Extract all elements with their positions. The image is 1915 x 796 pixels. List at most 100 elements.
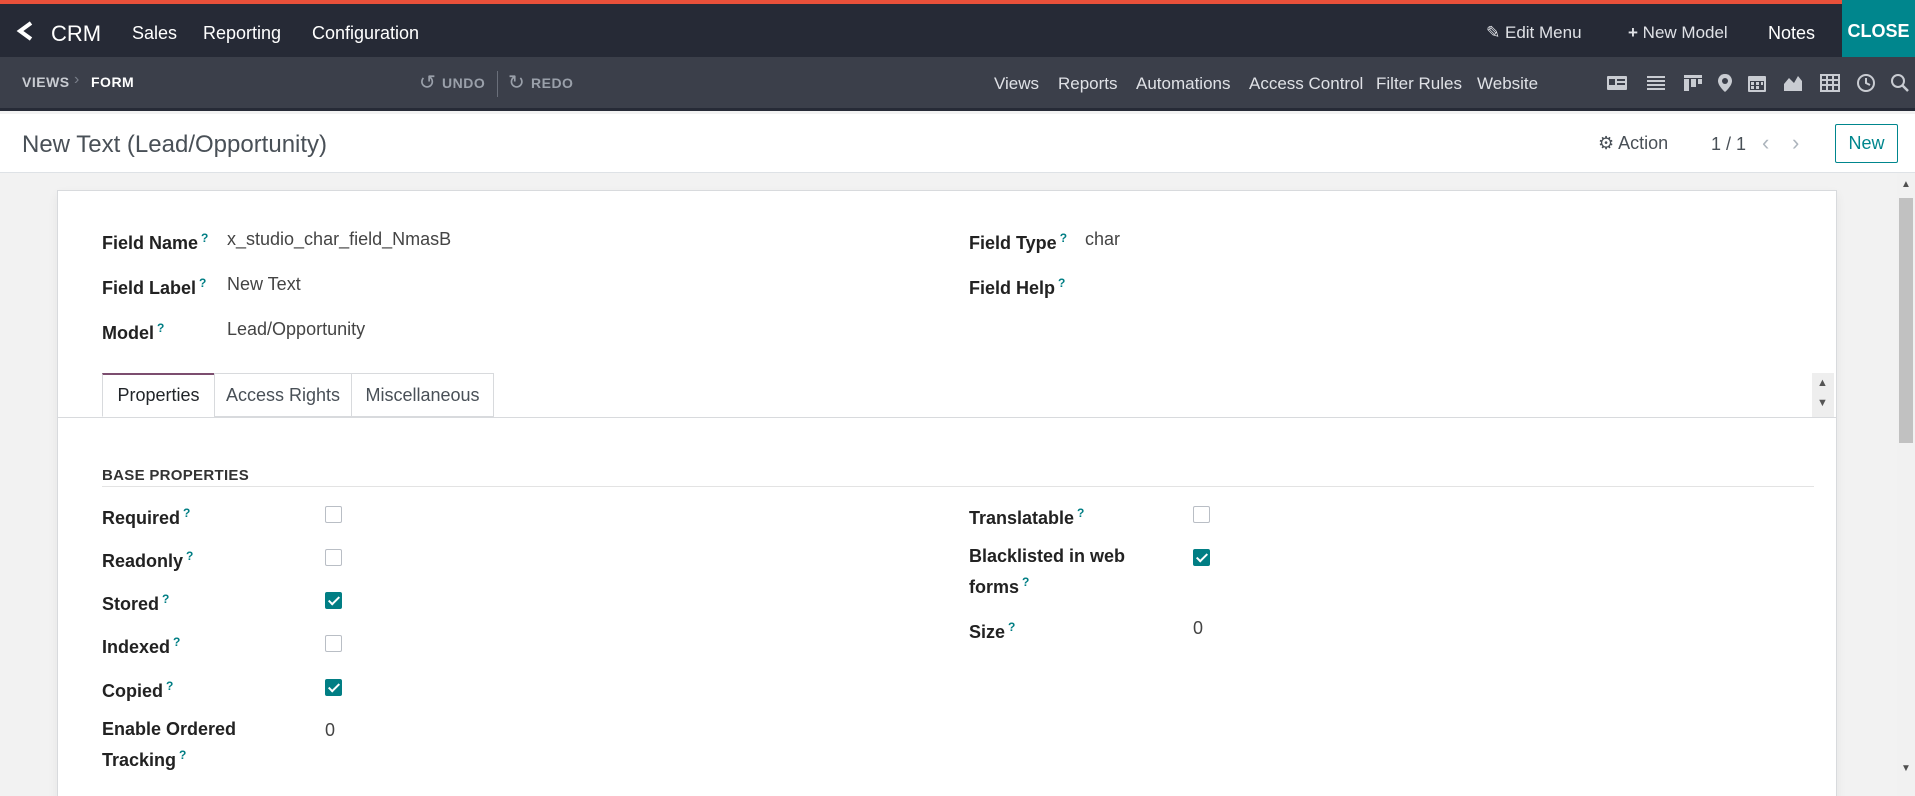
size-label: Size? — [969, 620, 1016, 642]
undo-icon[interactable]: ↺ — [419, 70, 436, 95]
blacklisted-checkbox[interactable] — [1193, 549, 1210, 566]
new-model-button[interactable]: + New Model — [1628, 23, 1728, 43]
section-divider — [102, 486, 1814, 487]
link-automations[interactable]: Automations — [1136, 74, 1231, 94]
edit-menu-label: Edit Menu — [1504, 23, 1582, 42]
menu-reporting[interactable]: Reporting — [203, 23, 281, 44]
help-tooltip-icon[interactable]: ? — [157, 321, 164, 335]
new-record-button[interactable]: New — [1835, 124, 1898, 163]
help-tooltip-icon[interactable]: ? — [1077, 506, 1084, 520]
help-tooltip-icon[interactable]: ? — [1008, 620, 1015, 634]
chevron-left-icon[interactable]: ‹ — [1762, 130, 1769, 156]
redo-icon[interactable]: ↻ — [508, 70, 525, 95]
readonly-checkbox[interactable] — [325, 549, 342, 566]
search-icon[interactable] — [1889, 72, 1911, 94]
model-value[interactable]: Lead/Opportunity — [227, 316, 365, 342]
link-website[interactable]: Website — [1477, 74, 1538, 94]
edit-menu-button[interactable]: ✎ Edit Menu — [1486, 23, 1582, 43]
link-filter-rules[interactable]: Filter Rules — [1376, 74, 1462, 94]
new-model-label: New Model — [1642, 23, 1728, 42]
blacklisted-label: Blacklisted in web forms? — [969, 546, 1126, 597]
tab-properties[interactable]: Properties — [102, 373, 215, 417]
field-help-label: Field Help? — [969, 276, 1066, 298]
help-tooltip-icon[interactable]: ? — [1058, 276, 1065, 290]
field-type-value[interactable]: char — [1085, 226, 1120, 252]
menu-sales[interactable]: Sales — [132, 23, 177, 44]
menu-configuration[interactable]: Configuration — [312, 23, 419, 44]
field-type-label: Field Type? — [969, 231, 1068, 253]
back-arrow-icon[interactable] — [15, 19, 35, 43]
tab-access-rights[interactable]: Access Rights — [214, 373, 352, 417]
page-title: New Text (Lead/Opportunity) — [22, 131, 328, 158]
tab-miscellaneous[interactable]: Miscellaneous — [351, 373, 494, 417]
readonly-label: Readonly? — [102, 549, 194, 571]
action-label: Action — [1618, 133, 1669, 153]
help-tooltip-icon[interactable]: ? — [201, 231, 208, 245]
gear-icon: ⚙ — [1598, 133, 1615, 153]
form-sheet: Field Name? x_studio_char_field_NmasB Fi… — [57, 190, 1837, 796]
divider — [497, 71, 498, 97]
chevron-right-icon[interactable]: › — [1792, 130, 1799, 156]
list-view-icon[interactable] — [1645, 72, 1667, 94]
page-scrollbar[interactable]: ▲ ▼ — [1897, 173, 1915, 796]
copied-label: Copied? — [102, 679, 174, 701]
ordered-tracking-value[interactable]: 0 — [325, 717, 335, 743]
form-view-icon[interactable] — [1606, 72, 1628, 94]
stored-checkbox[interactable] — [325, 592, 342, 609]
size-value[interactable]: 0 — [1193, 615, 1203, 641]
plus-icon: + — [1628, 23, 1638, 42]
link-reports[interactable]: Reports — [1058, 74, 1118, 94]
calendar-view-icon[interactable] — [1746, 72, 1768, 94]
pencil-icon: ✎ — [1486, 23, 1501, 42]
action-menu-button[interactable]: ⚙ Action — [1598, 133, 1668, 154]
undo-button[interactable]: UNDO — [442, 75, 485, 91]
breadcrumb-views[interactable]: VIEWS — [22, 74, 70, 90]
app-name[interactable]: CRM — [51, 21, 101, 47]
scroll-up-arrow-icon[interactable]: ▲ — [1901, 179, 1911, 190]
scroll-up-icon[interactable]: ▲ — [1817, 377, 1828, 389]
graph-view-icon[interactable] — [1782, 72, 1804, 94]
copied-checkbox[interactable] — [325, 679, 342, 696]
help-tooltip-icon[interactable]: ? — [166, 679, 173, 693]
required-label: Required? — [102, 506, 191, 528]
stored-label: Stored? — [102, 592, 170, 614]
help-tooltip-icon[interactable]: ? — [186, 549, 193, 563]
field-name-value[interactable]: x_studio_char_field_NmasB — [227, 226, 451, 252]
scrollbar-thumb[interactable] — [1899, 198, 1913, 443]
required-checkbox[interactable] — [325, 506, 342, 523]
field-name-label: Field Name? — [102, 231, 209, 253]
top-navbar: CRM Sales Reporting Configuration ✎ Edit… — [0, 0, 1915, 61]
tab-divider — [58, 417, 1836, 418]
field-label-value[interactable]: New Text — [227, 271, 301, 297]
activity-clock-icon[interactable] — [1855, 72, 1877, 94]
notes-button[interactable]: Notes — [1768, 23, 1815, 44]
translatable-label: Translatable? — [969, 506, 1085, 528]
redo-button[interactable]: REDO — [531, 75, 573, 91]
tab-scroll-control[interactable]: ▲ ▼ — [1812, 373, 1834, 417]
breadcrumb-separator: › — [74, 71, 80, 88]
link-views[interactable]: Views — [994, 74, 1039, 94]
help-tooltip-icon[interactable]: ? — [1060, 231, 1067, 245]
kanban-view-icon[interactable] — [1682, 72, 1704, 94]
field-label-label: Field Label? — [102, 276, 207, 298]
model-label: Model? — [102, 321, 165, 343]
map-marker-icon[interactable] — [1714, 72, 1736, 94]
section-title: BASE PROPERTIES — [102, 467, 250, 484]
translatable-checkbox[interactable] — [1193, 506, 1210, 523]
link-access-control[interactable]: Access Control — [1249, 74, 1363, 94]
scroll-down-arrow-icon[interactable]: ▼ — [1901, 763, 1911, 774]
help-tooltip-icon[interactable]: ? — [179, 748, 186, 762]
pivot-view-icon[interactable] — [1819, 72, 1841, 94]
help-tooltip-icon[interactable]: ? — [1022, 575, 1029, 589]
help-tooltip-icon[interactable]: ? — [173, 635, 180, 649]
ordered-tracking-label: Enable Ordered Tracking? — [102, 719, 237, 770]
indexed-checkbox[interactable] — [325, 635, 342, 652]
pager-value[interactable]: 1 / 1 — [1711, 134, 1746, 155]
help-tooltip-icon[interactable]: ? — [199, 276, 206, 290]
close-studio-button[interactable]: CLOSE — [1842, 0, 1915, 61]
scroll-down-icon[interactable]: ▼ — [1817, 397, 1828, 409]
indexed-label: Indexed? — [102, 635, 181, 657]
help-tooltip-icon[interactable]: ? — [183, 506, 190, 520]
help-tooltip-icon[interactable]: ? — [162, 592, 169, 606]
studio-subbar: VIEWS › FORM ↺ UNDO ↻ REDO Views Reports… — [0, 57, 1915, 111]
